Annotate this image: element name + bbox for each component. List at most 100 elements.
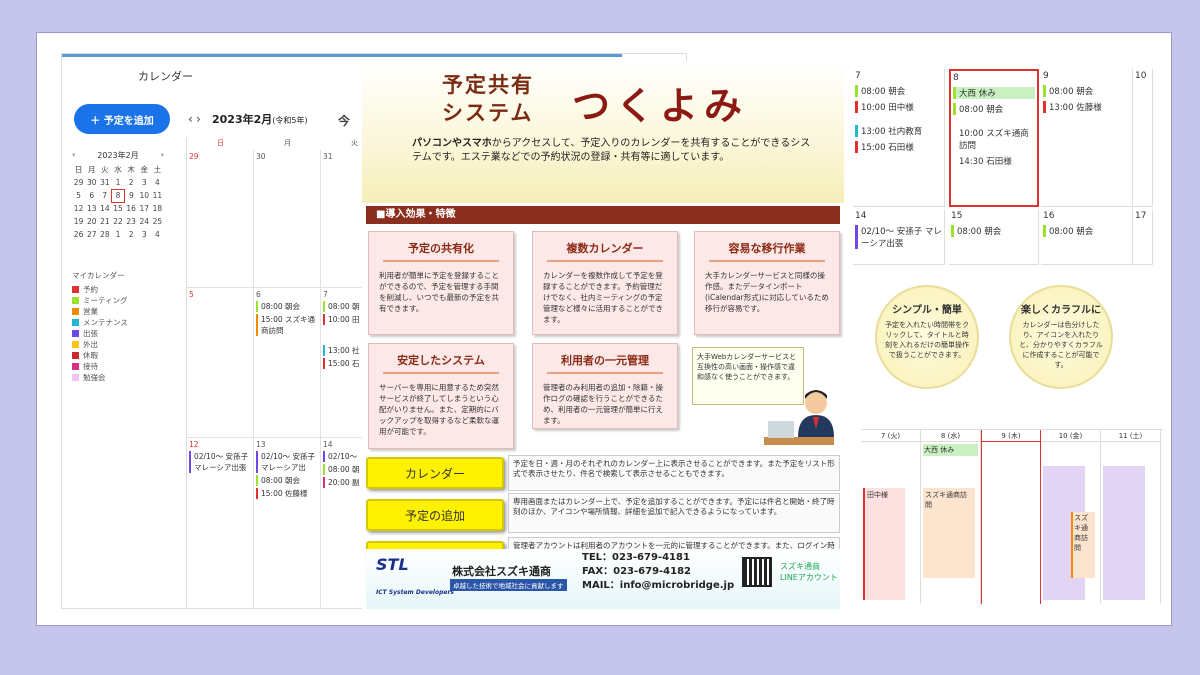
event-item[interactable]: 10:00 田中様: [855, 101, 942, 113]
timeline-event[interactable]: スズキ通商訪問: [923, 488, 975, 578]
mini-day[interactable]: 30: [85, 176, 98, 189]
next-month-icon[interactable]: ›: [196, 112, 201, 126]
mini-day[interactable]: 26: [72, 228, 85, 241]
event-item[interactable]: 08:00 朝会: [256, 301, 318, 312]
calendar-item[interactable]: 接待: [72, 361, 128, 372]
mini-day[interactable]: 22: [111, 215, 124, 228]
event-item[interactable]: 08:00 朝会: [951, 225, 1036, 237]
timeline-col[interactable]: 7 (火) 田中様: [861, 430, 921, 604]
mini-day[interactable]: 3: [138, 176, 151, 189]
day-timeline-screenshot: 7 (火) 田中様 8 (水) 大西 休み スズキ通商訪問 9 (木) 10 (…: [861, 429, 1163, 604]
mini-day[interactable]: 6: [85, 189, 98, 202]
mini-day[interactable]: 20: [85, 215, 98, 228]
mini-day[interactable]: 25: [151, 215, 164, 228]
day-cell[interactable]: 13 02/10～ 安孫子 マレーシア出 08:00 朝会 15:00 佐藤様: [254, 438, 321, 608]
day-cell[interactable]: 12 02/10～ 安孫子 マレーシア出張: [187, 438, 254, 608]
event-item[interactable]: 02/10～ 安孫子 マレーシア出張: [189, 451, 251, 473]
mini-day[interactable]: 4: [151, 228, 164, 241]
calendar-item[interactable]: メンテナンス: [72, 317, 128, 328]
timeline-col[interactable]: 8 (水) 大西 休み スズキ通商訪問: [921, 430, 981, 604]
mini-day[interactable]: 13: [85, 202, 98, 215]
week-day-cell-today[interactable]: 8 大西 休み 08:00 朝会 10:00 スズキ通商訪問 14:30 石田様: [949, 69, 1039, 207]
mini-day[interactable]: 14: [98, 202, 111, 215]
mini-day[interactable]: 9: [125, 189, 138, 202]
week-day-cell[interactable]: 17: [1133, 209, 1153, 265]
mini-day[interactable]: 4: [151, 176, 164, 189]
timeline-col[interactable]: 10 (金) スズキ通商訪問: [1041, 430, 1101, 604]
calendar-item[interactable]: 外出: [72, 339, 128, 350]
event-item[interactable]: 08:00 朝会: [256, 475, 318, 486]
event-item[interactable]: 15:00 スズキ通商訪問: [256, 314, 318, 336]
week-day-cell[interactable]: 14 02/10～ 安孫子 マレーシア出張: [853, 209, 945, 265]
calendar-item[interactable]: 予約: [72, 284, 128, 295]
event-item[interactable]: 08:00 朝会: [953, 103, 1035, 115]
day-cell[interactable]: 30: [254, 150, 321, 288]
feature-box: 複数カレンダー カレンダーを複数作成して予定を登録することができます。予約管理だけ…: [532, 231, 678, 335]
mini-day[interactable]: 27: [85, 228, 98, 241]
timeline-event[interactable]: スズキ通商訪問: [1071, 512, 1095, 578]
my-calendars-title: マイカレンダー: [72, 271, 125, 280]
timeline-col-today[interactable]: 9 (木): [981, 430, 1041, 604]
mini-day[interactable]: 2: [125, 228, 138, 241]
prev-month-icon[interactable]: ‹: [188, 112, 193, 126]
event-item[interactable]: 02/10～ 安孫子 マレーシア出張: [855, 225, 942, 249]
mini-day[interactable]: 17: [138, 202, 151, 215]
event-item[interactable]: 08:00 朝会: [1043, 225, 1130, 237]
mini-next-icon[interactable]: ›: [161, 150, 164, 161]
calendar-item[interactable]: ミーティング: [72, 295, 128, 306]
mini-day[interactable]: 24: [138, 215, 151, 228]
mini-day[interactable]: 12: [72, 202, 85, 215]
flyer-subtitle: 予定共有 システム: [442, 72, 534, 125]
mini-day[interactable]: 1: [111, 228, 124, 241]
flyer-header: 予定共有 システム つくよみ パソコンやスマホからアクセスして、予定入りのカレンダ…: [362, 61, 844, 203]
event-item[interactable]: 15:00 石田様: [855, 141, 942, 153]
mini-day[interactable]: 16: [125, 202, 138, 215]
mini-day[interactable]: 15: [111, 202, 124, 215]
week-day-cell[interactable]: 9 08:00 朝会 13:00 佐藤様: [1041, 69, 1133, 207]
timeline-allday[interactable]: 大西 休み: [923, 444, 978, 456]
mini-day[interactable]: 2: [125, 176, 138, 189]
event-item[interactable]: 14:30 石田様: [953, 155, 1035, 167]
event-item[interactable]: 08:00 朝会: [1043, 85, 1130, 97]
event-item[interactable]: 10:00 スズキ通商訪問: [953, 127, 1035, 151]
mini-day[interactable]: 23: [125, 215, 138, 228]
mini-day[interactable]: 19: [72, 215, 85, 228]
mini-day[interactable]: 31: [98, 176, 111, 189]
event-item[interactable]: 08:00 朝会: [855, 85, 942, 97]
week-day-cell[interactable]: 15 08:00 朝会: [949, 209, 1039, 265]
mini-day[interactable]: 3: [138, 228, 151, 241]
calendar-item[interactable]: 営業: [72, 306, 128, 317]
mini-day[interactable]: 1: [111, 176, 124, 189]
mini-day[interactable]: 28: [98, 228, 111, 241]
day-cell[interactable]: 5: [187, 288, 254, 438]
timeline-col[interactable]: 11 (土): [1101, 430, 1161, 604]
mini-day[interactable]: 10: [138, 189, 151, 202]
mini-day-today[interactable]: 8: [110, 188, 126, 203]
mini-prev-icon[interactable]: ‹: [72, 150, 75, 161]
event-item[interactable]: 13:00 佐藤様: [1043, 101, 1130, 113]
event-item[interactable]: 13:00 社内教育: [855, 125, 942, 137]
mini-day[interactable]: 21: [98, 215, 111, 228]
add-event-button[interactable]: ＋ 予定を追加: [74, 104, 170, 134]
mini-day[interactable]: 5: [72, 189, 85, 202]
day-cell[interactable]: 29: [187, 150, 254, 288]
calendar-feature-button[interactable]: カレンダー: [366, 457, 504, 489]
calendar-item[interactable]: 出張: [72, 328, 128, 339]
mini-day[interactable]: 11: [151, 189, 164, 202]
mini-day[interactable]: 7: [98, 189, 111, 202]
event-item[interactable]: 15:00 佐藤様: [256, 488, 318, 499]
calendar-item[interactable]: 休暇: [72, 350, 128, 361]
timeline-event[interactable]: 田中様: [863, 488, 905, 600]
mini-day[interactable]: 29: [72, 176, 85, 189]
add-schedule-feature-button[interactable]: 予定の追加: [366, 499, 504, 531]
week-day-cell[interactable]: 16 08:00 朝会: [1041, 209, 1133, 265]
week-day-cell[interactable]: 10: [1133, 69, 1153, 207]
event-item[interactable]: 大西 休み: [953, 87, 1035, 99]
calendar-item[interactable]: 勉強会: [72, 372, 128, 383]
event-item[interactable]: 02/10～ 安孫子 マレーシア出: [256, 451, 318, 473]
day-cell[interactable]: 6 08:00 朝会 15:00 スズキ通商訪問: [254, 288, 321, 438]
mini-day[interactable]: 18: [151, 202, 164, 215]
qr-code-icon[interactable]: [742, 557, 772, 587]
today-button[interactable]: 今: [338, 112, 350, 129]
week-day-cell[interactable]: 7 08:00 朝会 10:00 田中様 13:00 社内教育 15:00 石田…: [853, 69, 945, 207]
